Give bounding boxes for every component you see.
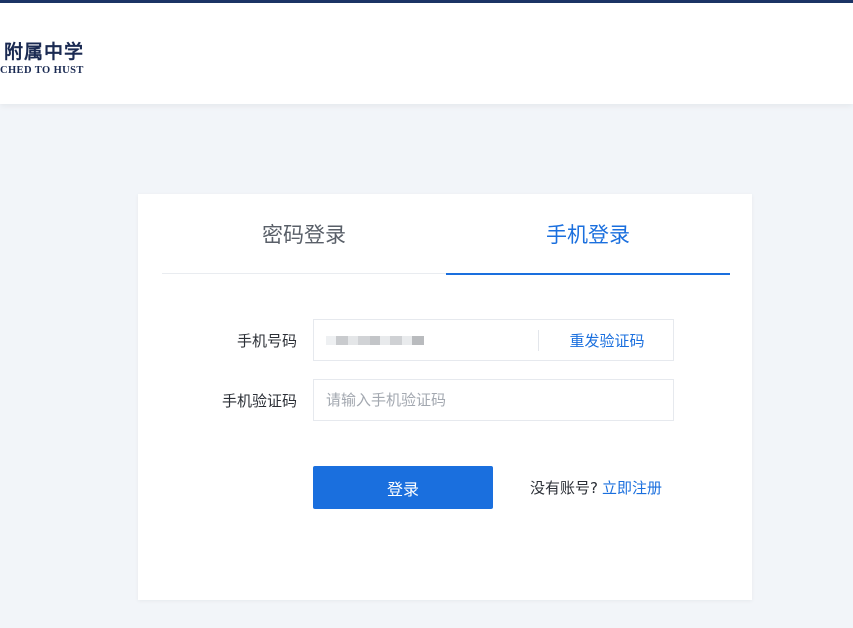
phone-field[interactable]: 重发验证码 [313,319,674,361]
resend-code-button[interactable]: 重发验证码 [539,320,675,360]
register-link[interactable]: 立即注册 [602,477,662,498]
verification-code-input[interactable] [314,380,673,420]
masked-phone-number [326,326,434,354]
login-card: 密码登录 手机登录 手机号码 重发验证码 手机验证码 登录 [138,194,752,600]
school-logo-english[interactable]: CHED TO HUST [0,65,84,76]
phone-row: 手机号码 重发验证码 [138,319,752,361]
no-account-text: 没有账号? [530,479,598,497]
tab-password-login[interactable]: 密码登录 [162,194,446,274]
site-header: 附属中学 CHED TO HUST [0,3,853,104]
login-button[interactable]: 登录 [313,466,493,509]
login-tabs: 密码登录 手机登录 [162,194,730,275]
register-prompt: 没有账号? 立即注册 [530,466,662,509]
phone-label: 手机号码 [236,331,297,350]
code-row: 手机验证码 [138,379,752,421]
code-label: 手机验证码 [221,391,297,410]
school-logo-chinese[interactable]: 附属中学 [4,37,84,64]
tab-phone-login[interactable]: 手机登录 [446,194,730,275]
code-field-box [313,379,674,421]
